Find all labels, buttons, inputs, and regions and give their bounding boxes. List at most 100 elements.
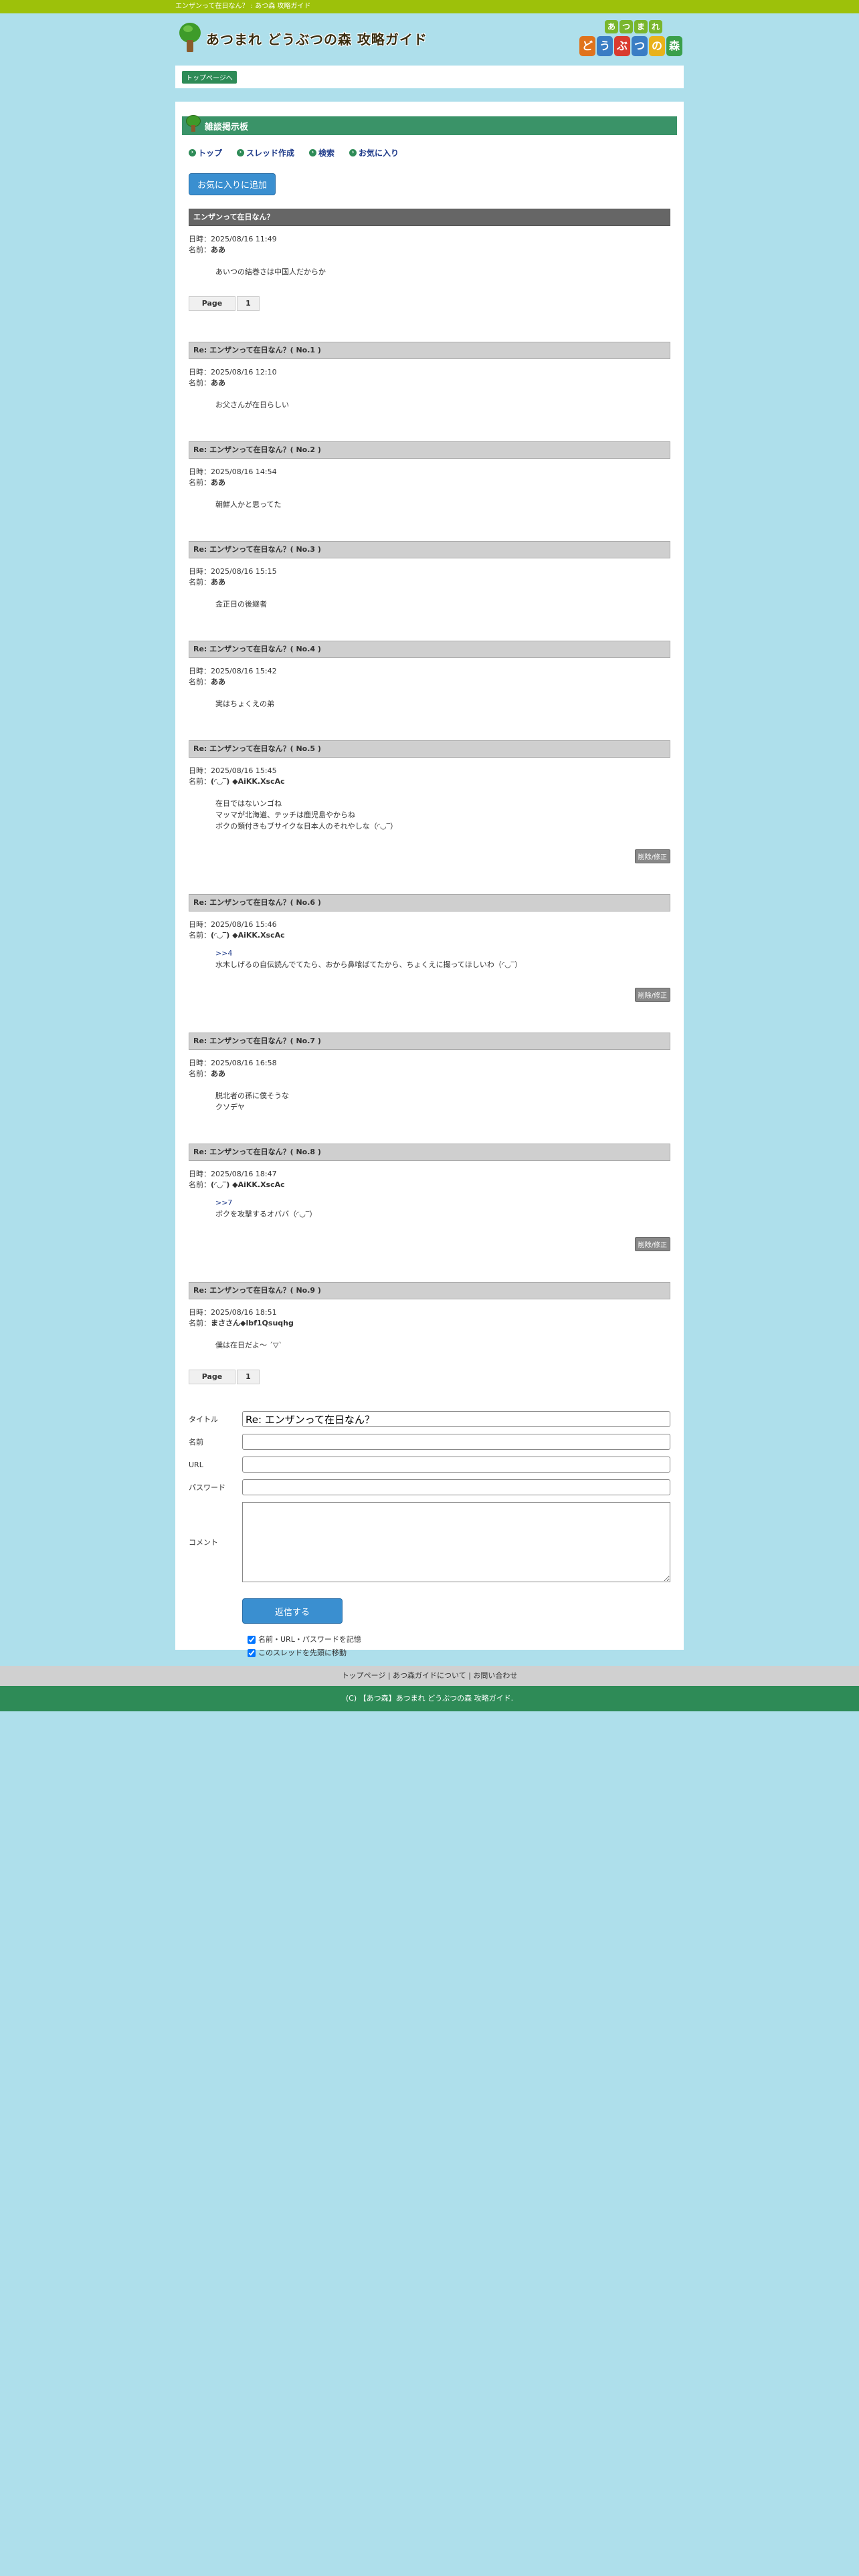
- top-page-link[interactable]: トップページへ: [182, 71, 237, 84]
- post-meta: 日時：2025/08/16 18:47 名前：(◜◡‾) ◆AiKK.XscAc: [189, 1169, 670, 1190]
- logo-letter: ど: [579, 36, 595, 56]
- post-meta: 日時：2025/08/16 16:58 名前：ああ: [189, 1058, 670, 1079]
- board-title: 雑談掲示板: [205, 122, 249, 132]
- post-title: Re: エンザンって在日なん？( No.1 ): [189, 342, 670, 359]
- post-date: 日時：2025/08/16 12:10: [189, 368, 277, 377]
- page-number-link[interactable]: 1: [237, 1370, 260, 1384]
- edit-delete-button[interactable]: 削除/修正: [634, 988, 670, 1002]
- post-line: 朝鮮人かと思ってた: [215, 500, 282, 509]
- breadcrumb: トップページへ: [175, 66, 684, 88]
- board-nav: › トップ › スレッド作成 › 検索 › お気に入り: [189, 147, 677, 158]
- post-author: 名前：ああ: [189, 379, 225, 387]
- post-date: 日時：2025/08/16 18:51: [189, 1308, 277, 1317]
- post-line: 脱北者の孫に僕そうな: [215, 1091, 289, 1100]
- post-author: 名前：(◜◡‾) ◆AiKK.XscAc: [189, 1180, 285, 1189]
- post-line: お父さんが在日らしい: [215, 401, 289, 409]
- url-label: URL: [189, 1460, 203, 1469]
- post-title: Re: エンザンって在日なん？( No.5 ): [189, 740, 670, 758]
- post-meta: 日時：2025/08/16 18:51 名前：まささん◆lbf1Qsuqhg: [189, 1307, 670, 1329]
- post-meta: 日時：2025/08/16 15:42 名前：ああ: [189, 666, 670, 687]
- logo-letter: つ: [632, 36, 648, 56]
- reply-post: Re: エンザンって在日なん？( No.8 ) 日時：2025/08/16 18:…: [189, 1144, 670, 1251]
- comment-textarea[interactable]: [242, 1502, 670, 1582]
- post-line: ボクの類付きもブサイクな日本人のそれやしな（◜◡‾）: [215, 822, 398, 831]
- post-date: 日時：2025/08/16 18:47: [189, 1170, 277, 1178]
- post-line: あいつの結巻さは中国人だからか: [215, 267, 326, 276]
- site-logo[interactable]: あつまれ どうぶつの森 攻略ガイド: [178, 23, 427, 53]
- site-title[interactable]: あつまれ どうぶつの森 攻略ガイド: [206, 29, 427, 48]
- reply-anchor-link[interactable]: >>7: [215, 1198, 232, 1207]
- tree-icon: [178, 23, 202, 53]
- arrow-bullet-icon: ›: [309, 149, 317, 156]
- post-list: エンザンって在日なん？ 日時：2025/08/16 11:49 名前：ああ あいつの結…: [182, 209, 677, 1384]
- post-line: クソデヤ: [215, 1103, 245, 1111]
- post-line: マッマが北海道、テッチは鹿児島やからね: [215, 811, 355, 819]
- remember-checkbox[interactable]: [248, 1636, 256, 1644]
- nav-top[interactable]: › トップ: [189, 147, 222, 158]
- post-body: 僕は在日だよ〜 ´▽`: [215, 1339, 670, 1351]
- post-author: 名前：(◜◡‾) ◆AiKK.XscAc: [189, 931, 285, 940]
- post-title: Re: エンザンって在日なん？( No.3 ): [189, 541, 670, 558]
- nav-search[interactable]: › 検索: [309, 147, 335, 158]
- post-date: 日時：2025/08/16 15:46: [189, 920, 277, 929]
- arrow-bullet-icon: ›: [237, 149, 245, 156]
- thread-post: エンザンって在日なん？ 日時：2025/08/16 11:49 名前：あああいつの結…: [189, 209, 670, 278]
- post-body: 実はちょくえの弟: [215, 698, 670, 710]
- post-line: 水木しげるの自伝読んでてたら、おから鼻喰ばてたから、ちょくえに撮ってほしいわ（◜…: [215, 960, 522, 969]
- logo-letter: 森: [666, 36, 682, 56]
- post-meta: 日時：2025/08/16 15:45 名前：(◜◡‾) ◆AiKK.XscAc: [189, 766, 670, 787]
- remember-option[interactable]: 名前・URL・パスワードを記憶: [248, 1633, 670, 1646]
- logo-letter: ぶ: [614, 36, 630, 56]
- nav-create-thread[interactable]: › スレッド作成: [237, 147, 294, 158]
- post-body: 在日ではないンゴね マッマが北海道、テッチは鹿児島やからね ボクの類付きもブサイクな…: [215, 798, 670, 832]
- top-bar: エンザンって在日なん？ : あつ森 攻略ガイド: [0, 0, 859, 13]
- password-input[interactable]: [242, 1479, 670, 1495]
- post-line: 実はちょくえの弟: [215, 700, 274, 708]
- post-body: 金正日の後継者: [215, 599, 670, 610]
- post-body: 脱北者の孫に僕そうな クソデヤ: [215, 1090, 670, 1113]
- pagination: Page 1: [189, 296, 677, 311]
- tree-icon: [186, 115, 201, 132]
- password-label: パスワード: [189, 1483, 225, 1492]
- post-date: 日時：2025/08/16 15:15: [189, 567, 277, 576]
- animal-crossing-logo: あつまれ どうぶつの森: [579, 20, 684, 60]
- logo-letter: う: [597, 36, 613, 56]
- edit-delete-button[interactable]: 削除/修正: [634, 1237, 670, 1251]
- page-number-link[interactable]: 1: [237, 296, 260, 311]
- move-top-option[interactable]: このスレッドを先頭に移動: [248, 1646, 670, 1660]
- post-title: Re: エンザンって在日なん？( No.8 ): [189, 1144, 670, 1161]
- edit-delete-button[interactable]: 削除/修正: [634, 849, 670, 863]
- add-favorite-button[interactable]: お気に入りに追加: [189, 173, 276, 195]
- footer-copyright: (C) 【あつ森】あつまれ どうぶつの森 攻略ガイド.: [0, 1686, 859, 1711]
- title-input[interactable]: [242, 1411, 670, 1427]
- post-meta: 日時：2025/08/16 15:15 名前：ああ: [189, 566, 670, 588]
- main-panel: 雑談掲示板 › トップ › スレッド作成 › 検索 › お気に入り お気に入りに追加 エ…: [175, 102, 684, 1657]
- move-top-checkbox[interactable]: [248, 1649, 256, 1657]
- post-body: >>7 ボクを攻撃するオババ（◜◡‾）: [215, 1197, 670, 1220]
- reply-anchor-link[interactable]: >>4: [215, 949, 232, 958]
- url-input[interactable]: [242, 1457, 670, 1473]
- reply-post: Re: エンザンって在日なん？( No.5 ) 日時：2025/08/16 15:…: [189, 740, 670, 863]
- post-author: 名前：(◜◡‾) ◆AiKK.XscAc: [189, 777, 285, 786]
- post-title: Re: エンザンって在日なん？( No.9 ): [189, 1282, 670, 1299]
- name-input[interactable]: [242, 1434, 670, 1450]
- comment-label: コメント: [189, 1538, 218, 1547]
- post-date: 日時：2025/08/16 15:42: [189, 667, 277, 675]
- post-date: 日時：2025/08/16 11:49: [189, 235, 277, 243]
- reply-post: Re: エンザンって在日なん？( No.4 ) 日時：2025/08/16 15:…: [189, 641, 670, 710]
- post-meta: 日時：2025/08/16 12:10 名前：ああ: [189, 367, 670, 389]
- post-meta: 日時：2025/08/16 11:49 名前：ああ: [189, 234, 670, 255]
- reply-post: Re: エンザンって在日なん？( No.2 ) 日時：2025/08/16 14:…: [189, 441, 670, 510]
- post-line: 僕は在日だよ〜 ´▽`: [215, 1341, 282, 1350]
- page-label: Page: [189, 296, 235, 311]
- reply-post: Re: エンザンって在日なん？( No.9 ) 日時：2025/08/16 18:…: [189, 1282, 670, 1351]
- submit-reply-button[interactable]: 返信する: [242, 1598, 343, 1624]
- post-meta: 日時：2025/08/16 14:54 名前：ああ: [189, 467, 670, 488]
- reply-post: Re: エンザンって在日なん？( No.7 ) 日時：2025/08/16 16:…: [189, 1033, 670, 1113]
- nav-favorites[interactable]: › お気に入り: [349, 147, 399, 158]
- post-author: 名前：ああ: [189, 1069, 225, 1078]
- post-title: エンザンって在日なん？: [189, 209, 670, 226]
- footer-links[interactable]: トップページ | あつ森ガイドについて | お問い合わせ: [0, 1666, 859, 1686]
- post-author: 名前：ああ: [189, 245, 225, 254]
- page-label: Page: [189, 1370, 235, 1384]
